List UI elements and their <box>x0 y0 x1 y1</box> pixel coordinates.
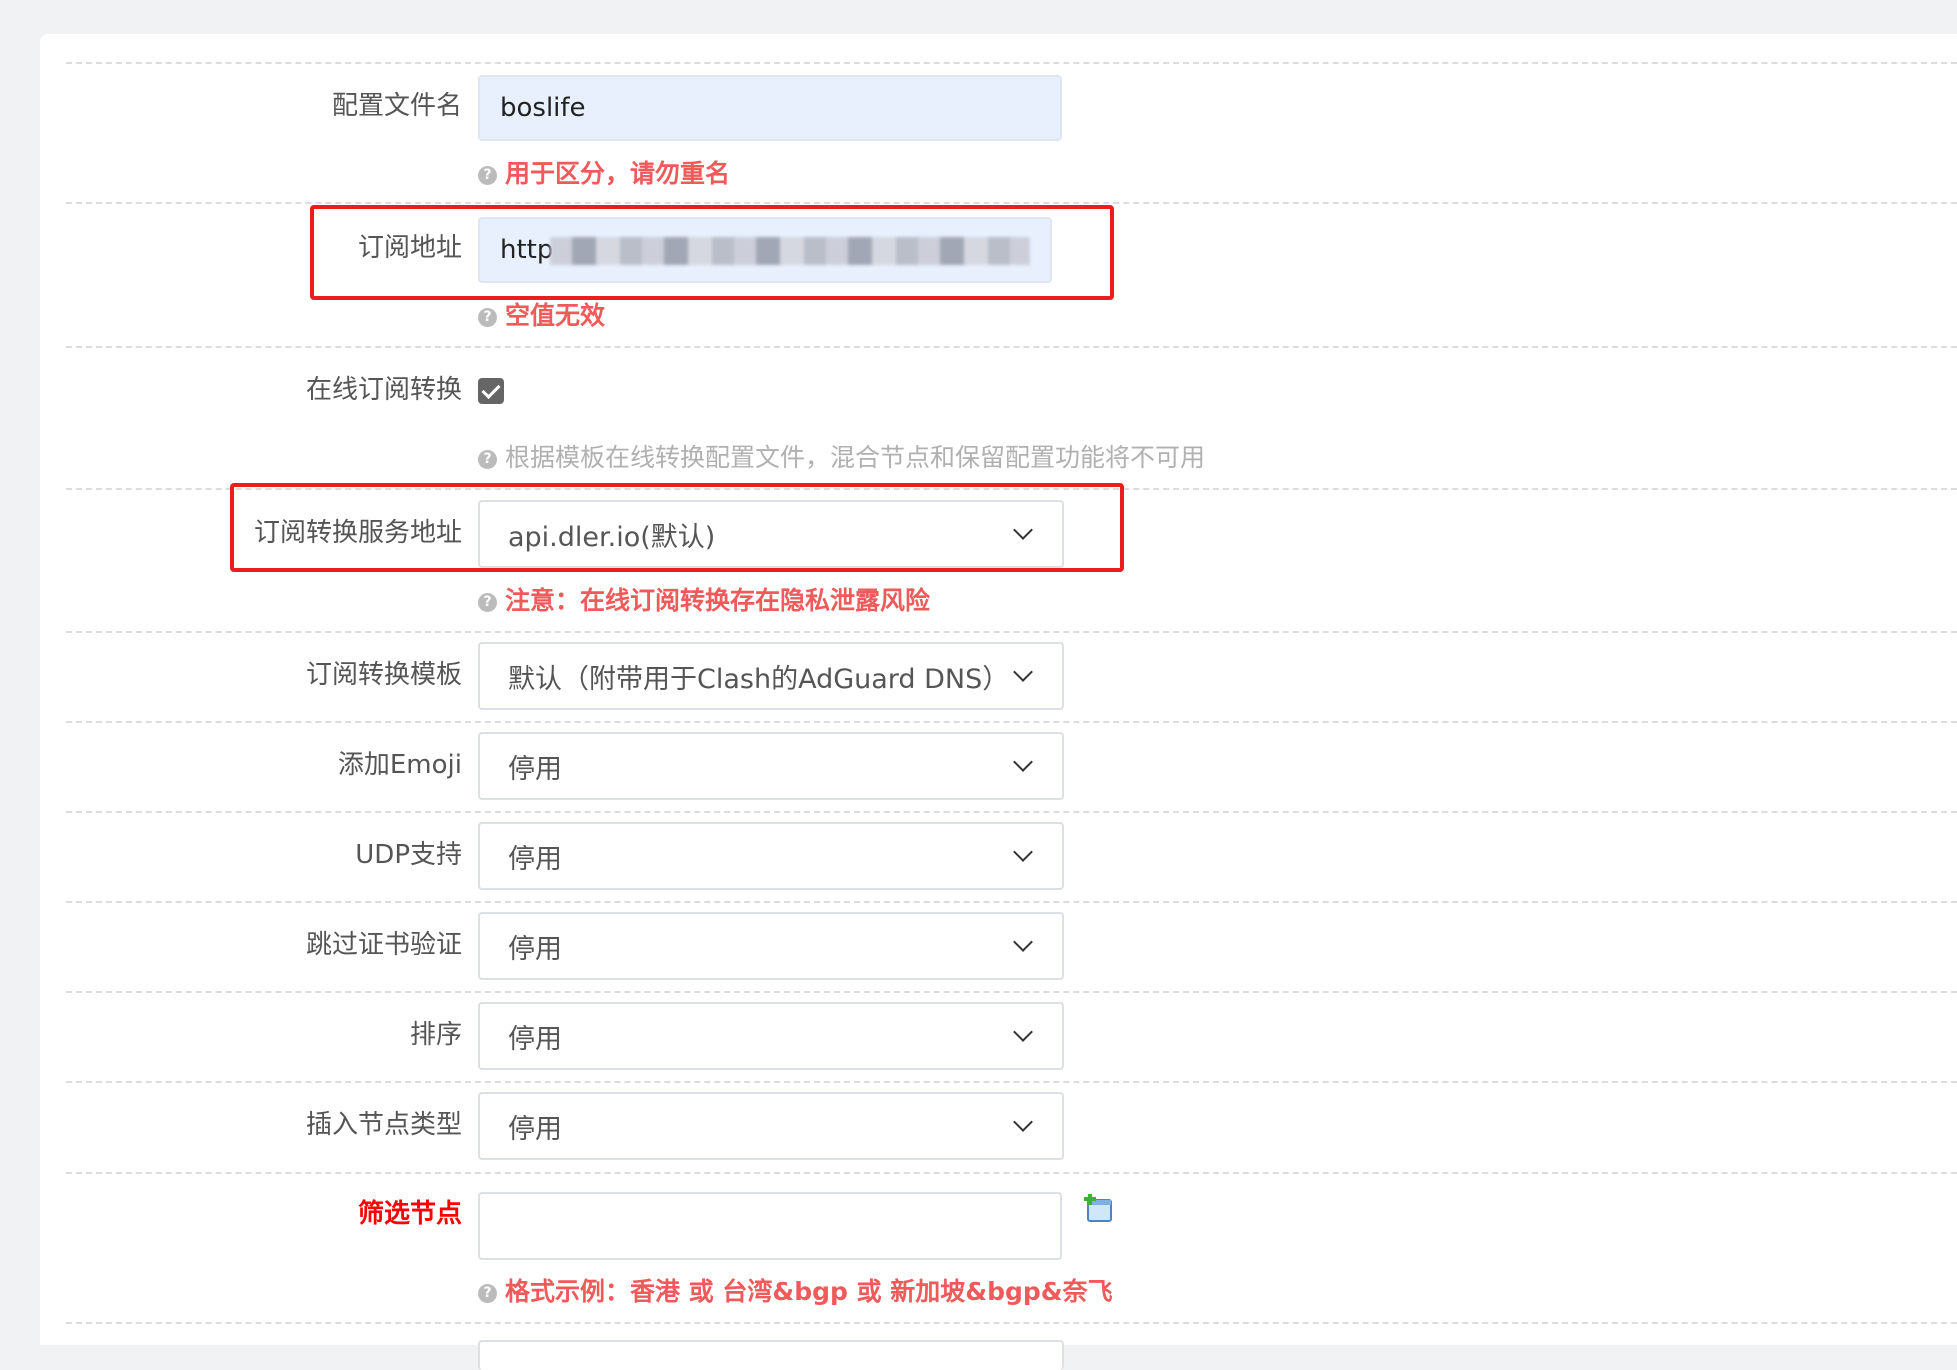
chevron-down-icon <box>1013 752 1033 772</box>
config-name-hint-text: 用于区分，请勿重名 <box>505 159 731 188</box>
convert-template-value: 默认（附带用于Clash的AdGuard DNS） <box>508 663 1010 695</box>
row-divider <box>66 1322 1957 1324</box>
skip-cert-select[interactable]: 停用 <box>478 912 1064 980</box>
row-divider <box>66 1081 1957 1083</box>
highlight-box-sub-url <box>310 205 1114 300</box>
question-circle-icon: ? <box>478 165 497 185</box>
question-circle-icon: ? <box>478 592 497 612</box>
question-circle-icon: ? <box>478 1283 497 1303</box>
add-emoji-value: 停用 <box>508 753 562 785</box>
row-divider <box>66 1172 1957 1174</box>
node-type-label: 插入节点类型 <box>305 1110 462 1140</box>
row-divider <box>66 346 1957 348</box>
udp-select[interactable]: 停用 <box>478 822 1064 890</box>
config-name-hint: ? 用于区分，请勿重名 <box>478 158 730 190</box>
row-divider <box>66 811 1957 813</box>
checkmark-icon <box>481 379 501 399</box>
filter-nodes-input[interactable] <box>478 1192 1062 1260</box>
row-divider <box>66 901 1957 903</box>
filter-nodes-label: 筛选节点 <box>357 1199 462 1229</box>
convert-server-hint: ? 注意：在线订阅转换存在隐私泄露风险 <box>478 585 930 617</box>
add-item-icon[interactable] <box>1084 1193 1112 1222</box>
row-divider <box>66 631 1957 633</box>
row-divider <box>66 62 1957 64</box>
config-name-label: 配置文件名 <box>331 91 462 121</box>
config-name-input[interactable]: boslife <box>478 75 1062 141</box>
node-type-select[interactable]: 停用 <box>478 1092 1064 1160</box>
top-description-text <box>48 0 1448 6</box>
sub-url-hint-text: 空值无效 <box>505 301 606 330</box>
sub-url-hint: ? 空值无效 <box>478 300 605 332</box>
online-convert-checkbox[interactable] <box>478 378 504 404</box>
filter-nodes-hint-text: 格式示例：香港 或 台湾&bgp 或 新加坡&bgp&奈飞 <box>505 1277 1113 1306</box>
node-type-value: 停用 <box>508 1113 562 1145</box>
top-description-strip <box>0 0 1957 34</box>
sort-value: 停用 <box>508 1023 562 1055</box>
highlight-box-convert-server <box>230 483 1124 572</box>
convert-template-select[interactable]: 默认（附带用于Clash的AdGuard DNS） <box>478 642 1064 710</box>
add-emoji-label: 添加Emoji <box>337 750 462 780</box>
udp-label: UDP支持 <box>355 840 462 870</box>
row-divider <box>66 721 1957 723</box>
sort-select[interactable]: 停用 <box>478 1002 1064 1070</box>
chevron-down-icon <box>1013 842 1033 862</box>
row-divider <box>66 202 1957 204</box>
convert-template-label: 订阅转换模板 <box>305 660 462 690</box>
chevron-down-icon <box>1013 1112 1033 1132</box>
filter-nodes-hint: ? 格式示例：香港 或 台湾&bgp 或 新加坡&bgp&奈飞 <box>478 1276 1113 1308</box>
config-name-value: boslife <box>500 93 586 123</box>
skip-cert-value: 停用 <box>508 933 562 965</box>
chevron-down-icon <box>1013 932 1033 952</box>
question-circle-icon: ? <box>478 307 497 327</box>
sort-label: 排序 <box>409 1020 462 1050</box>
chevron-down-icon <box>1013 662 1033 682</box>
convert-server-hint-text: 注意：在线订阅转换存在隐私泄露风险 <box>505 586 931 615</box>
row-divider <box>66 991 1957 993</box>
add-emoji-select[interactable]: 停用 <box>478 732 1064 800</box>
chevron-down-icon <box>1013 1022 1033 1042</box>
online-convert-hint: ? 根据模板在线转换配置文件，混合节点和保留配置功能将不可用 <box>478 442 1205 474</box>
question-circle-icon: ? <box>478 449 497 469</box>
skip-cert-label: 跳过证书验证 <box>305 930 462 960</box>
udp-value: 停用 <box>508 843 562 875</box>
online-convert-label: 在线订阅转换 <box>305 375 462 405</box>
online-convert-hint-text: 根据模板在线转换配置文件，混合节点和保留配置功能将不可用 <box>505 443 1206 472</box>
